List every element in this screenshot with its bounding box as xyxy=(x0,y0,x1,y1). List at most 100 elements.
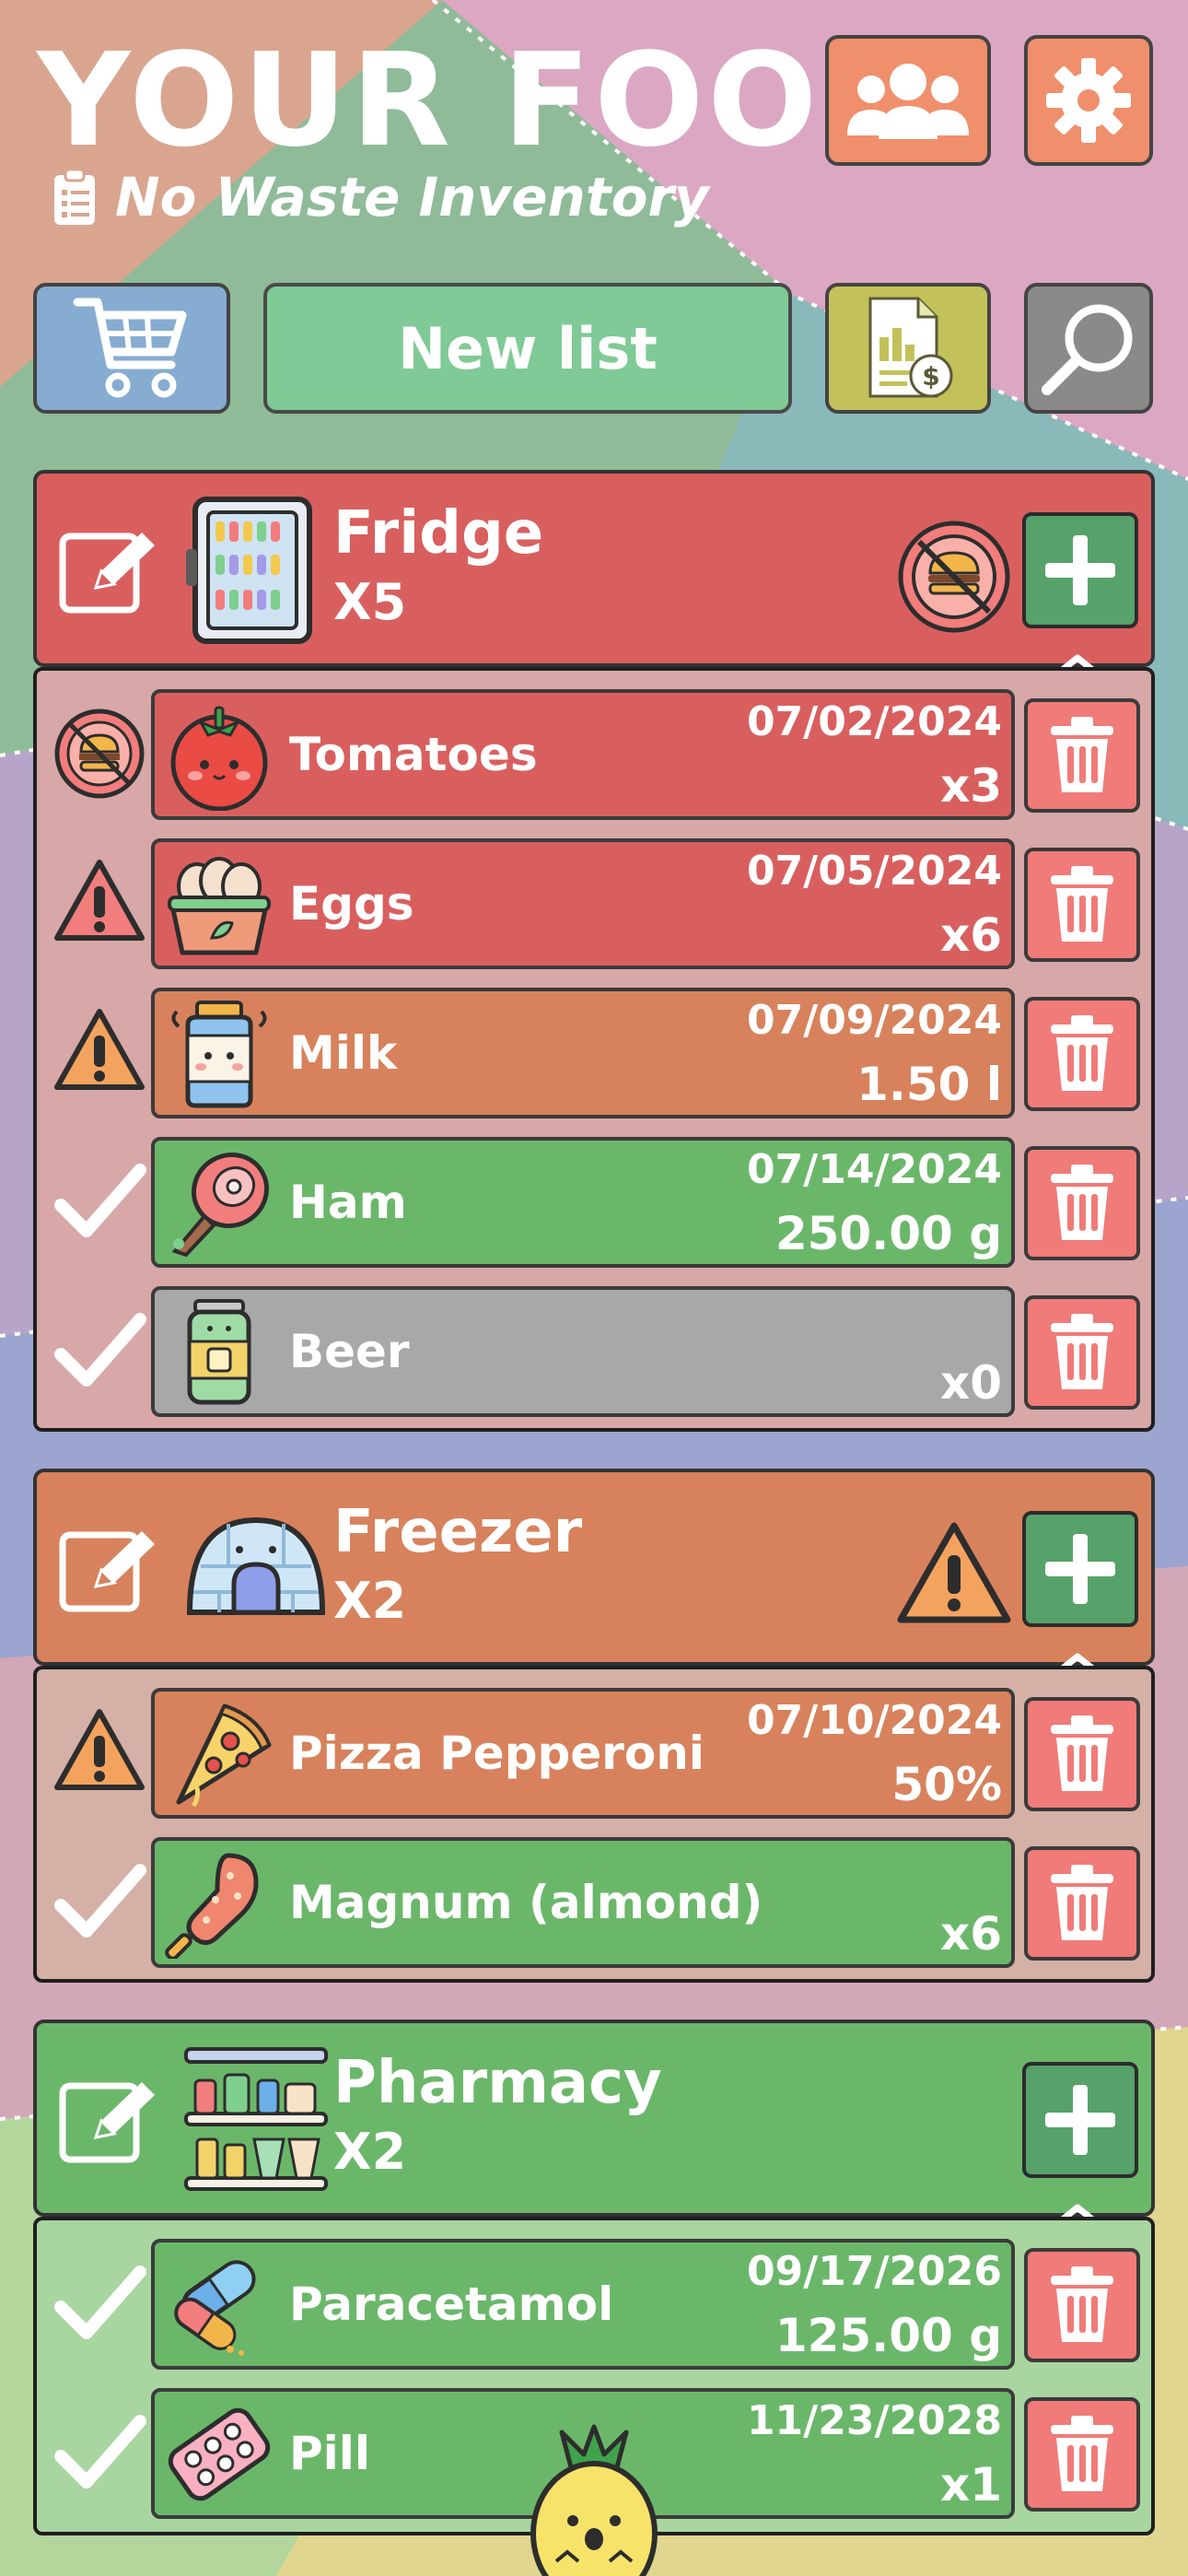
section-header-pharmacy[interactable]: Pharmacy X2 xyxy=(33,2020,1155,2225)
item-card[interactable]: Magnum (almond) x6 xyxy=(151,1837,1015,1968)
milk-bottle-icon xyxy=(171,1001,267,1108)
section-count: X2 xyxy=(333,2123,407,2181)
section-name: Fridge xyxy=(333,499,544,568)
trash-icon xyxy=(1051,866,1113,942)
fridge-icon xyxy=(186,497,312,644)
section-count: X2 xyxy=(333,1572,407,1630)
item-date: 09/17/2026 xyxy=(746,2248,1002,2295)
ice-cream-bar-icon xyxy=(165,1853,259,1959)
danger-warning-icon xyxy=(54,860,145,941)
section-name: Pharmacy xyxy=(333,2049,662,2117)
delete-button[interactable] xyxy=(1024,1697,1140,1811)
new-list-button[interactable]: New list xyxy=(263,283,792,414)
delete-button[interactable] xyxy=(1024,1295,1140,1410)
item-card[interactable]: Paracetamol 09/17/2026 125.00 g xyxy=(151,2239,1015,2370)
item-quantity: x1 xyxy=(939,2458,1002,2512)
search-button[interactable] xyxy=(1024,283,1153,414)
invoice-button[interactable]: $ xyxy=(825,283,991,414)
item-name: Tomatoes xyxy=(289,728,538,781)
item-name: Ham xyxy=(289,1176,407,1229)
list-item[interactable]: Milk 07/09/2024 1.50 l xyxy=(37,988,1151,1118)
shopping-cart-button[interactable] xyxy=(33,283,230,414)
item-name: Eggs xyxy=(289,877,414,931)
list-item[interactable]: Ham 07/14/2024 250.00 g xyxy=(37,1137,1151,1268)
item-name: Paracetamol xyxy=(289,2277,614,2331)
list-item[interactable]: Paracetamol 09/17/2026 125.00 g xyxy=(37,2239,1151,2370)
item-date: 07/14/2024 xyxy=(746,1146,1002,1193)
settings-button[interactable] xyxy=(1024,35,1153,166)
delete-button[interactable] xyxy=(1024,2397,1140,2512)
ham-icon xyxy=(171,1152,270,1258)
trash-icon xyxy=(1051,2266,1113,2342)
users-button[interactable] xyxy=(825,35,991,166)
plus-icon xyxy=(1045,535,1115,605)
item-card[interactable]: Tomatoes 07/02/2024 x3 xyxy=(151,689,1015,820)
item-card[interactable]: Beer x0 xyxy=(151,1286,1015,1417)
trash-icon xyxy=(1051,1865,1113,1940)
section-header-fridge[interactable]: Fridge X5 xyxy=(33,470,1155,675)
checkmark-icon xyxy=(54,1313,146,1387)
pill-blister-icon xyxy=(168,2407,271,2501)
item-quantity: 250.00 g xyxy=(775,1207,1002,1260)
add-item-button[interactable] xyxy=(1022,1511,1138,1627)
item-name: Pizza Pepperoni xyxy=(289,1727,705,1780)
pharmacy-shelf-icon xyxy=(184,2047,328,2191)
users-icon xyxy=(847,64,969,139)
checkmark-icon xyxy=(54,2266,146,2339)
list-item[interactable]: Magnum (almond) x6 xyxy=(37,1837,1151,1968)
list-item[interactable]: Eggs 07/05/2024 x6 xyxy=(37,838,1151,969)
list-item[interactable]: Tomatoes 07/02/2024 x3 xyxy=(37,689,1151,820)
item-name: Milk xyxy=(289,1026,398,1080)
item-date: 07/09/2024 xyxy=(746,997,1002,1044)
capsules-icon xyxy=(174,2260,256,2356)
item-date: 07/02/2024 xyxy=(746,698,1002,745)
delete-button[interactable] xyxy=(1024,997,1140,1111)
list-item[interactable]: Beer x0 xyxy=(37,1286,1151,1417)
app-title: YOUR FOOD xyxy=(37,26,932,176)
edit-icon[interactable] xyxy=(59,527,160,615)
item-card[interactable]: Eggs 07/05/2024 x6 xyxy=(151,838,1015,969)
beer-can-icon xyxy=(187,1299,251,1405)
item-name: Pill xyxy=(289,2427,371,2480)
pineapple-mascot-icon[interactable] xyxy=(516,2423,672,2576)
list-item[interactable]: Pizza Pepperoni 07/10/2024 50% xyxy=(37,1688,1151,1819)
warning-icon xyxy=(54,1009,145,1090)
igloo-icon xyxy=(186,1516,326,1615)
delete-button[interactable] xyxy=(1024,1146,1140,1260)
trash-icon xyxy=(1051,1715,1113,1791)
plus-icon xyxy=(1045,1534,1115,1604)
item-quantity: 125.00 g xyxy=(775,2309,1002,2362)
clipboard-icon xyxy=(54,168,95,225)
item-card[interactable]: Milk 07/09/2024 1.50 l xyxy=(151,988,1015,1118)
item-card[interactable]: Ham 07/14/2024 250.00 g xyxy=(151,1137,1015,1268)
tomato-icon xyxy=(170,706,268,811)
add-item-button[interactable] xyxy=(1022,512,1138,628)
item-name: Beer xyxy=(289,1325,410,1378)
plus-icon xyxy=(1045,2085,1115,2155)
eggs-basket-icon xyxy=(168,857,271,955)
delete-button[interactable] xyxy=(1024,2248,1140,2362)
trash-icon xyxy=(1051,2416,1113,2491)
delete-button[interactable] xyxy=(1024,698,1140,813)
section-count: X5 xyxy=(333,573,407,631)
add-item-button[interactable] xyxy=(1022,2062,1138,2178)
item-date: 07/05/2024 xyxy=(746,848,1002,895)
trash-icon xyxy=(1051,1314,1113,1389)
invoice-icon: $ xyxy=(868,297,953,398)
trash-icon xyxy=(1051,1165,1113,1240)
delete-button[interactable] xyxy=(1024,848,1140,962)
expired-burger-icon xyxy=(898,521,1010,633)
svg-text:$: $ xyxy=(922,361,939,392)
shopping-cart-icon xyxy=(73,298,187,398)
section-body-freezer: Pizza Pepperoni 07/10/2024 50% Magnum (a… xyxy=(33,1666,1155,1983)
item-quantity: x3 xyxy=(939,759,1002,813)
warning-icon xyxy=(897,1522,1011,1623)
edit-icon[interactable] xyxy=(59,1526,160,1614)
edit-icon[interactable] xyxy=(59,2077,160,2165)
gear-icon xyxy=(1046,58,1131,143)
item-quantity: x0 xyxy=(939,1356,1002,1410)
section-header-freezer[interactable]: Freezer X2 xyxy=(33,1469,1155,1674)
item-quantity: 1.50 l xyxy=(856,1058,1002,1111)
delete-button[interactable] xyxy=(1024,1846,1140,1961)
item-card[interactable]: Pizza Pepperoni 07/10/2024 50% xyxy=(151,1688,1015,1819)
